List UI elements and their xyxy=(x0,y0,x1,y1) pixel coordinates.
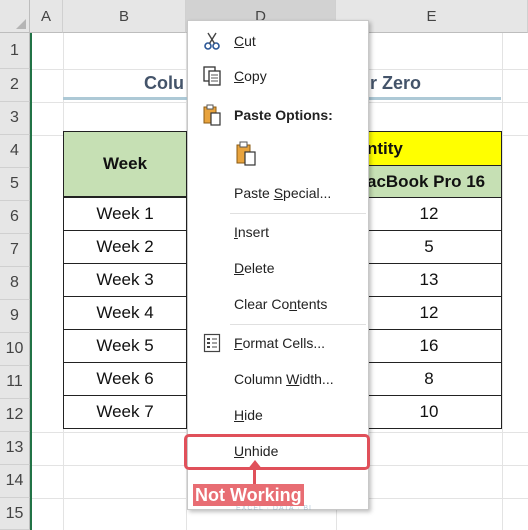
watermark-subtitle: EXCEL · DATA · BI xyxy=(236,505,312,512)
menu-label-hide: Hide xyxy=(234,407,263,423)
row-header[interactable]: 1 xyxy=(0,33,30,69)
column-header-a[interactable]: A xyxy=(30,0,63,33)
paste-icon xyxy=(234,141,258,166)
row-header[interactable]: 8 xyxy=(0,267,30,300)
select-all-corner[interactable] xyxy=(0,0,30,33)
clipboard-icon xyxy=(200,103,224,127)
menu-label-format-cells: Format Cells... xyxy=(234,335,326,351)
menu-item-cut[interactable]: Cut xyxy=(188,24,368,58)
scissors-icon xyxy=(200,29,224,53)
row-header[interactable]: 10 xyxy=(0,333,30,366)
menu-label-column-width: Column Width... xyxy=(234,371,334,387)
row-header[interactable]: 12 xyxy=(0,399,30,432)
menu-item-copy[interactable]: Copy xyxy=(188,59,368,93)
menu-label-copy: Copy xyxy=(234,68,267,84)
not-working-label: Not Working xyxy=(193,484,304,506)
menu-label-paste-options: Paste Options: xyxy=(234,107,333,123)
row-header[interactable]: 6 xyxy=(0,201,30,234)
row-header[interactable]: 11 xyxy=(0,366,30,399)
row-header[interactable]: 3 xyxy=(0,102,30,135)
menu-item-format-cells[interactable]: Format Cells... xyxy=(188,326,368,360)
menu-label-clear-contents: Clear Contents xyxy=(234,296,328,312)
menu-item-column-width[interactable]: Column Width... xyxy=(188,362,368,396)
row-header[interactable]: 5 xyxy=(0,168,30,201)
week-cell[interactable]: Week 7 xyxy=(63,395,187,429)
week-cell[interactable]: Week 5 xyxy=(63,329,187,363)
row-header[interactable]: 7 xyxy=(0,234,30,267)
unhide-highlight-box xyxy=(184,434,370,470)
row-header[interactable]: 2 xyxy=(0,69,30,102)
row-header[interactable]: 14 xyxy=(0,465,30,498)
copy-icon xyxy=(200,64,224,88)
grid-line xyxy=(502,33,503,530)
row-header[interactable]: 4 xyxy=(0,135,30,168)
row-header[interactable]: 9 xyxy=(0,300,30,333)
menu-item-paste-special[interactable]: Paste Special... xyxy=(188,176,368,210)
menu-label-insert: Insert xyxy=(234,224,270,240)
sheet-title-left: Colu xyxy=(144,72,184,93)
paste-option-button[interactable] xyxy=(188,135,368,173)
week-cell[interactable]: Week 2 xyxy=(63,230,187,264)
hidden-column-indicator xyxy=(30,33,32,530)
format-cells-icon xyxy=(200,331,224,355)
menu-label-paste-special: Paste Special... xyxy=(234,185,332,201)
row-header[interactable]: 15 xyxy=(0,498,30,530)
select-all-icon xyxy=(16,19,26,29)
menu-item-paste-options: Paste Options: xyxy=(188,98,368,132)
menu-item-delete[interactable]: Delete xyxy=(188,251,368,285)
menu-label-cut: Cut xyxy=(234,33,256,49)
sheet-title-right: r Zero xyxy=(370,72,422,93)
week-cell[interactable]: Week 1 xyxy=(63,197,187,231)
menu-separator xyxy=(230,324,366,325)
menu-separator xyxy=(230,213,366,214)
menu-item-insert[interactable]: Insert xyxy=(188,215,368,249)
week-cell[interactable]: Week 6 xyxy=(63,362,187,396)
header-week[interactable]: Week xyxy=(63,131,187,197)
week-cell[interactable]: Week 4 xyxy=(63,296,187,330)
week-cell[interactable]: Week 3 xyxy=(63,263,187,297)
row-header[interactable]: 13 xyxy=(0,432,30,465)
menu-label-delete: Delete xyxy=(234,260,275,276)
menu-item-clear-contents[interactable]: Clear Contents xyxy=(188,287,368,321)
column-header-b[interactable]: B xyxy=(63,0,186,33)
menu-item-hide[interactable]: Hide xyxy=(188,398,368,432)
